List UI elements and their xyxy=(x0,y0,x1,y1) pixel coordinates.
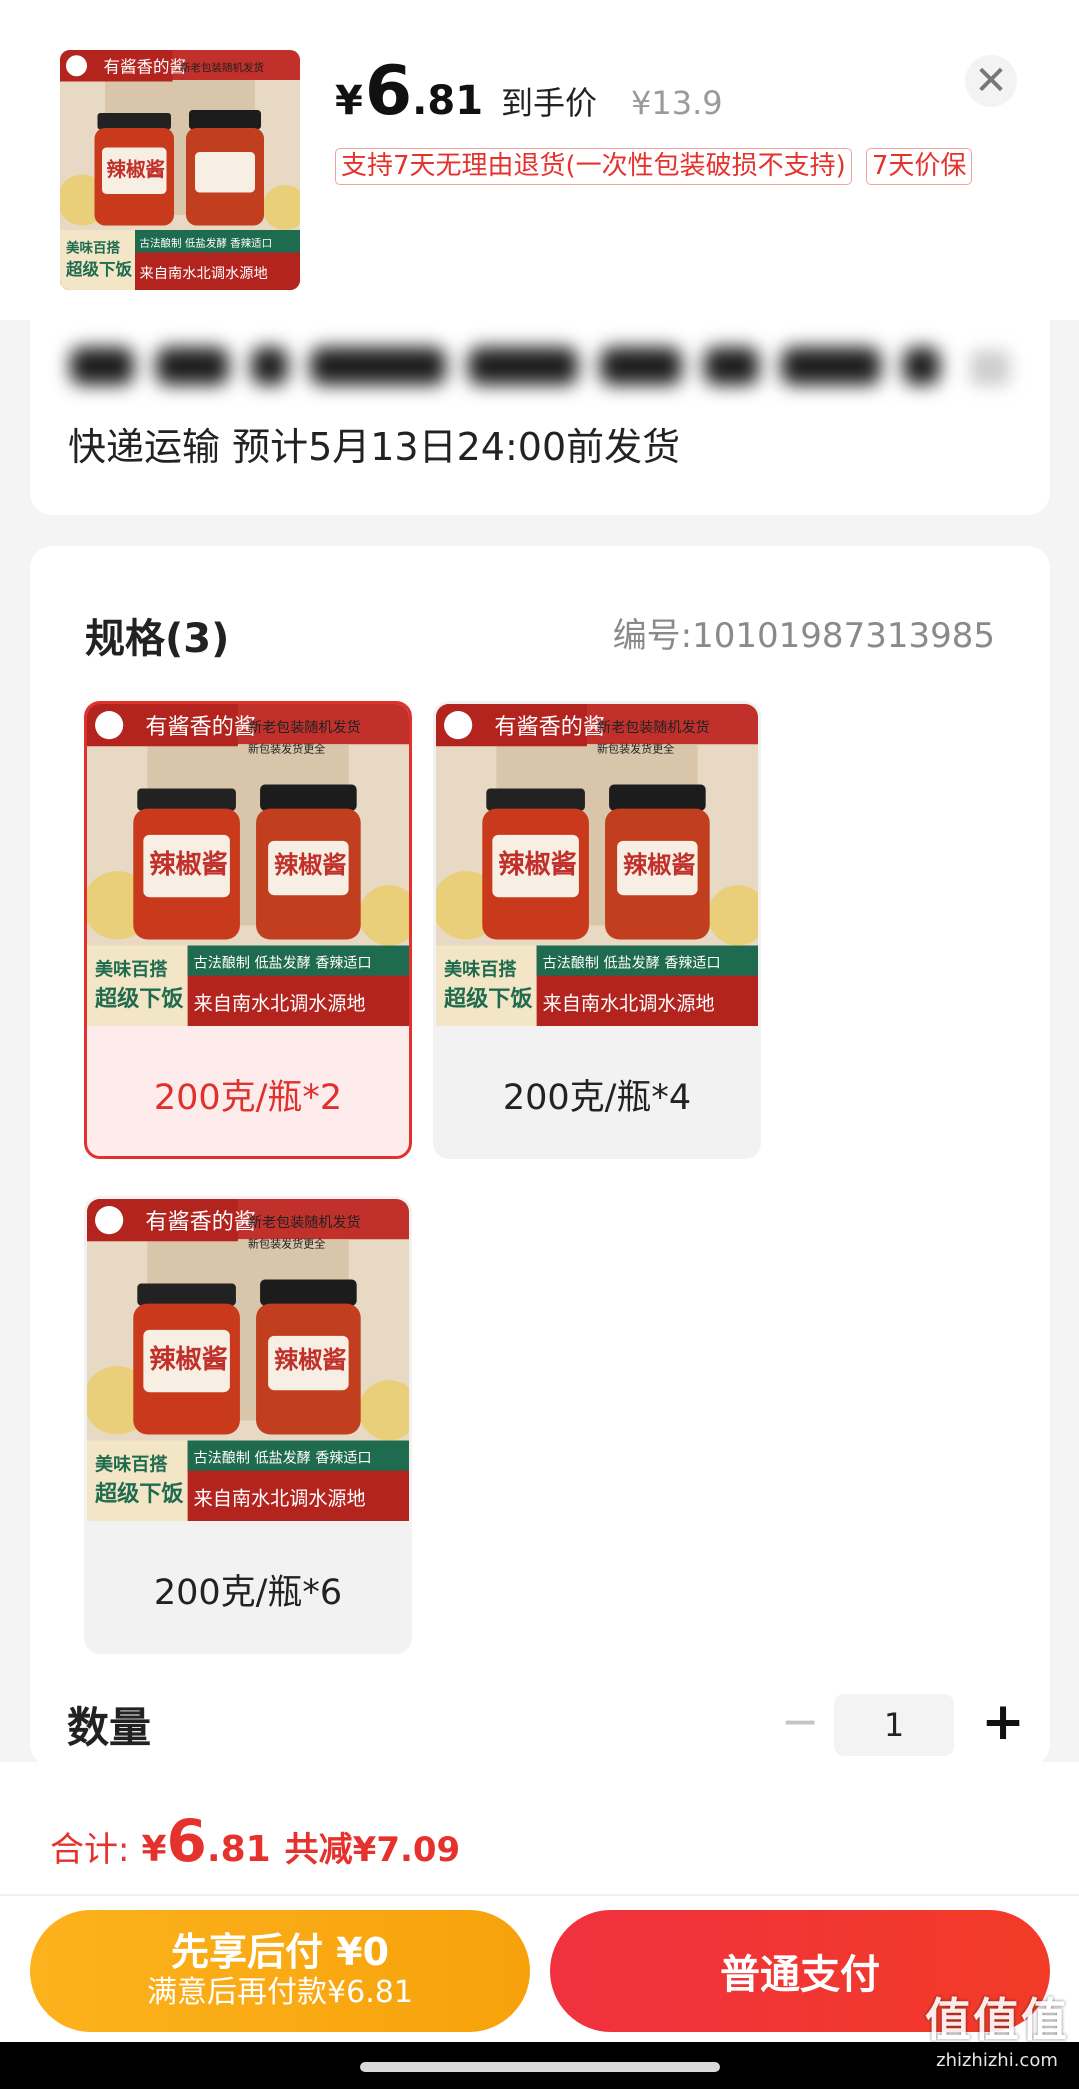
jar-label: 辣椒酱 xyxy=(498,849,576,880)
jar-label-2: 辣椒酱 xyxy=(274,850,346,879)
subpromo-text: 新包装发货更全 xyxy=(248,1236,325,1250)
slogan1-text: 美味百搭 xyxy=(444,959,517,981)
brand-text: 有酱香的酱 xyxy=(494,714,605,740)
jar-label: 辣椒酱 xyxy=(149,849,227,880)
brand-text: 有酱香的酱 xyxy=(145,714,256,740)
price-note: 到手价 xyxy=(501,84,598,122)
spec-option-label: 200克/瓶*4 xyxy=(502,1077,692,1118)
slogan2-text: 超级下饭 xyxy=(95,986,184,1012)
brand-text: 有酱香的酱 xyxy=(104,58,187,77)
spec-option-1[interactable]: 有酱香的酱 新老包装随机发货 新包装发货更全 辣椒酱 辣椒酱 美味百搭 超级下饭… xyxy=(84,701,412,1159)
promo-text: 新老包装随机发货 xyxy=(248,1215,361,1231)
total-label: 合计: xyxy=(50,1830,130,1870)
checkout-bar: 合计: ¥ 6 .81 共减¥7.09 先享后付 ¥0 满意后再付款¥6.81 … xyxy=(0,1762,1079,2089)
spec-option-image: 有酱香的酱 新老包装随机发货 新包装发货更全 辣椒酱 辣椒酱 美味百搭 超级下饭… xyxy=(436,704,758,1026)
jar-label-2: 辣椒酱 xyxy=(274,1345,346,1374)
feature-text: 古法酿制 低盐发酵 香辣适口 xyxy=(194,1451,372,1467)
subpromo-text: 新包装发货更全 xyxy=(597,741,674,755)
total-saved: 共减¥7.09 xyxy=(284,1830,461,1870)
origin-text: 来自南水北调水源地 xyxy=(194,1487,366,1510)
feature-text: 古法酿制 低盐发酵 香辣适口 xyxy=(194,956,372,972)
total-amount-integer: 6 xyxy=(166,1807,207,1875)
watermark-logo: 值值值 xyxy=(925,1993,1069,2047)
slogan2-text: 超级下饭 xyxy=(444,986,533,1012)
price-protect-tag: 7天价保 xyxy=(865,148,973,186)
site-watermark: 值值值 zhizhizhi.com xyxy=(925,1984,1069,2071)
origin-text: 来自南水北调水源地 xyxy=(194,992,366,1015)
slogan2-text: 超级下饭 xyxy=(95,1481,184,1507)
quantity-label: 数量 xyxy=(67,1703,152,1752)
feature-text: 古法酿制 低盐发酵 香辣适口 xyxy=(140,237,273,250)
spec-option-image: 有酱香的酱 新老包装随机发货 新包装发货更全 辣椒酱 辣椒酱 美味百搭 超级下饭… xyxy=(87,704,409,1026)
promo-text: 新老包装随机发货 xyxy=(597,720,710,736)
sku-header: 有酱香的酱 新老包装随机发货 辣椒酱 美味百搭 超级下饭 古法酿制 低盐发酵 香… xyxy=(0,0,1079,320)
price-currency: ¥ xyxy=(335,78,363,124)
bnpl-subtitle: 满意后再付款¥6.81 xyxy=(147,1974,413,2010)
watermark-url: zhizhizhi.com xyxy=(936,2050,1058,2071)
service-tags: 支持7天无理由退货(一次性包装破损不支持) 7天价保 xyxy=(335,148,986,186)
slogan1-text: 美味百搭 xyxy=(95,1454,168,1476)
product-thumbnail-image: 有酱香的酱 新老包装随机发货 辣椒酱 美味百搭 超级下饭 古法酿制 低盐发酵 香… xyxy=(60,50,300,290)
chevron-right-icon xyxy=(970,350,1010,386)
quantity-decrease-button[interactable]: − xyxy=(775,1694,825,1748)
spec-option-label: 200克/瓶*6 xyxy=(153,1572,343,1613)
promo-text: 新老包装随机发货 xyxy=(248,720,361,736)
spec-option-label: 200克/瓶*2 xyxy=(153,1077,343,1118)
slogan1-text: 美味百搭 xyxy=(66,240,120,257)
bnpl-title: 先享后付 ¥0 xyxy=(170,1930,390,1975)
slogan1-text: 美味百搭 xyxy=(95,959,168,981)
total-line: 合计: ¥ 6 .81 共减¥7.09 xyxy=(50,1812,460,1871)
close-button[interactable]: ✕ xyxy=(965,55,1017,107)
original-price: ¥13.9 xyxy=(631,84,723,122)
quantity-increase-button[interactable]: + xyxy=(975,1692,1031,1752)
redacted-address xyxy=(70,338,941,394)
feature-text: 古法酿制 低盐发酵 香辣适口 xyxy=(543,956,721,972)
spec-card: 规格(3) 编号:10101987313985 有酱香的酱 新老包装随机发货 新… xyxy=(30,546,1050,1766)
close-icon: ✕ xyxy=(974,58,1008,104)
total-currency: ¥ xyxy=(141,1829,167,1870)
origin-text: 来自南水北调水源地 xyxy=(543,992,715,1015)
total-amount-decimal: .81 xyxy=(206,1829,271,1870)
slogan2-text: 超级下饭 xyxy=(66,259,133,279)
price-integer: 6 xyxy=(364,52,413,131)
shipping-estimate: 快递运输 预计5月13日24:00前发货 xyxy=(68,425,681,469)
jar-label: 辣椒酱 xyxy=(149,1344,227,1375)
spec-option-2[interactable]: 有酱香的酱 新老包装随机发货 新包装发货更全 辣椒酱 辣椒酱 美味百搭 超级下饭… xyxy=(433,701,761,1159)
return-policy-tag: 支持7天无理由退货(一次性包装破损不支持) xyxy=(335,148,852,186)
product-code: 编号:10101987313985 xyxy=(612,616,995,656)
buy-now-pay-later-button[interactable]: 先享后付 ¥0 满意后再付款¥6.81 xyxy=(30,1910,530,2032)
jar-label: 辣椒酱 xyxy=(107,158,166,181)
brand-text: 有酱香的酱 xyxy=(145,1209,256,1235)
quantity-input[interactable]: 1 xyxy=(834,1694,954,1756)
promo-text: 新老包装随机发货 xyxy=(180,61,264,74)
jar-label-2: 辣椒酱 xyxy=(623,850,695,879)
spec-title: 规格(3) xyxy=(85,616,230,662)
shipping-card[interactable]: 快递运输 预计5月13日24:00前发货 xyxy=(30,320,1050,515)
subpromo-text: 新包装发货更全 xyxy=(248,741,325,755)
origin-text: 来自南水北调水源地 xyxy=(140,265,268,282)
price-decimal: .81 xyxy=(412,78,484,124)
product-thumbnail: 有酱香的酱 新老包装随机发货 辣椒酱 美味百搭 超级下饭 古法酿制 低盐发酵 香… xyxy=(60,50,300,290)
divider xyxy=(0,1894,1079,1896)
home-indicator[interactable] xyxy=(360,2062,720,2072)
spec-option-3[interactable]: 有酱香的酱 新老包装随机发货 新包装发货更全 辣椒酱 辣椒酱 美味百搭 超级下饭… xyxy=(84,1196,412,1654)
price-row: ¥ 6 .81 到手价 ¥13.9 xyxy=(335,58,723,126)
spec-option-image: 有酱香的酱 新老包装随机发货 新包装发货更全 辣椒酱 辣椒酱 美味百搭 超级下饭… xyxy=(87,1199,409,1521)
